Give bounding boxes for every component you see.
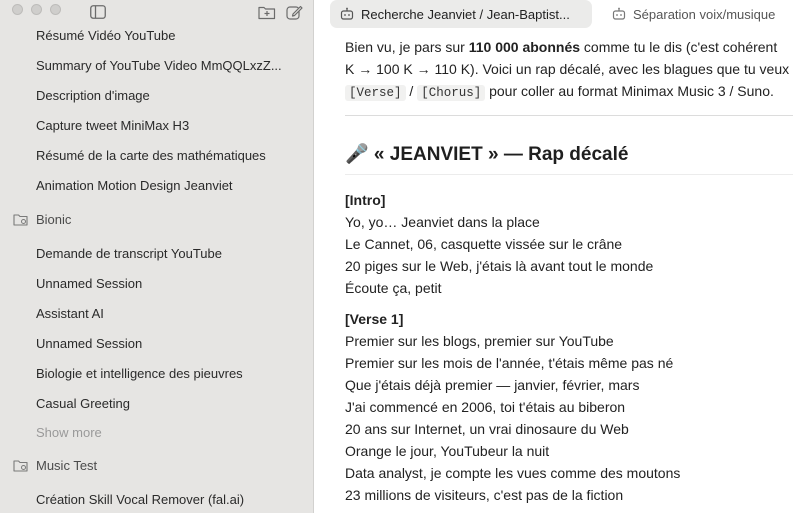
- lyric-line: Que j'étais déjà premier — janvier, févr…: [345, 377, 640, 393]
- folder-icon: [13, 460, 28, 472]
- close-window-button[interactable]: [12, 4, 23, 15]
- message-body: Bien vu, je pars sur 110 000 abonnés com…: [345, 36, 793, 104]
- tab-separation-voix[interactable]: Séparation voix/musique: [612, 0, 775, 28]
- session-item[interactable]: Unnamed Session: [36, 276, 301, 291]
- project-label: Bionic: [36, 212, 72, 227]
- project-bionic[interactable]: Bionic: [13, 212, 71, 227]
- lyrics-verse-1: [Verse 1] Premier sur les blogs, premier…: [345, 308, 793, 506]
- inline-code: [Chorus]: [417, 85, 486, 101]
- session-item[interactable]: Unnamed Session: [36, 336, 301, 351]
- session-item[interactable]: Casual Greeting: [36, 396, 301, 411]
- paragraph: [Verse] / [Chorus] pour coller au format…: [345, 80, 793, 104]
- text: /: [405, 83, 418, 99]
- project-label: Music Test: [36, 458, 98, 473]
- paragraph: Bien vu, je pars sur 110 000 abonnés com…: [345, 36, 793, 58]
- session-item[interactable]: Capture tweet MiniMax H3: [36, 118, 301, 133]
- sidebar: Résumé Vidéo YouTube Summary of YouTube …: [0, 0, 314, 513]
- session-item[interactable]: Création Skill Vocal Remover (fal.ai): [36, 492, 301, 507]
- section-tag: [Verse 1]: [345, 311, 404, 327]
- lyrics-intro: [Intro] Yo, yo… Jeanviet dans la place L…: [345, 189, 793, 299]
- lyric-line: J'ai commencé en 2006, toi t'étais au bi…: [345, 399, 626, 415]
- main-panel: Recherche Jeanviet / Jean-Baptist... Sép…: [314, 0, 793, 513]
- tab-recherche-jeanviet[interactable]: Recherche Jeanviet / Jean-Baptist...: [330, 0, 592, 28]
- lyric-line: 23 millions de visiteurs, c'est pas de l…: [345, 487, 624, 503]
- lyric-line: Premier sur les blogs, premier sur YouTu…: [345, 333, 614, 349]
- lyric-line: 20 ans sur Internet, un vrai dinosaure d…: [345, 421, 629, 437]
- session-item[interactable]: Description d'image: [36, 88, 301, 103]
- lyric-line: Orange le jour, YouTubeur la nuit: [345, 443, 550, 459]
- divider: [345, 115, 793, 116]
- show-more-link[interactable]: Show more: [36, 425, 102, 440]
- session-item[interactable]: Animation Motion Design Jeanviet: [36, 178, 301, 193]
- zoom-window-button[interactable]: [50, 4, 61, 15]
- lyric-line: Premier sur les mois de l'année, t'étais…: [345, 355, 674, 371]
- session-item[interactable]: Biologie et intelligence des pieuvres: [36, 366, 301, 381]
- lyric-line: Écoute ça, petit: [345, 280, 442, 296]
- text: pour coller au format Minimax Music 3 / …: [485, 83, 774, 99]
- section-tag: [Intro]: [345, 192, 386, 208]
- session-item[interactable]: Résumé Vidéo YouTube: [36, 28, 301, 43]
- lyric-line: Data analyst, je compte les vues comme d…: [345, 465, 681, 481]
- lyric-line: Yo, yo… Jeanviet dans la place: [345, 214, 540, 230]
- session-item[interactable]: Summary of YouTube Video MmQQLxzZ...: [36, 58, 301, 73]
- session-item[interactable]: Demande de transcript YouTube: [36, 246, 301, 261]
- lyric-line: Le Cannet, 06, casquette vissée sur le c…: [345, 236, 623, 252]
- tab-bar: Recherche Jeanviet / Jean-Baptist... Sép…: [314, 0, 793, 30]
- window-controls: [12, 4, 61, 15]
- text: Bien vu, je pars sur: [345, 39, 469, 55]
- inline-code: [Verse]: [345, 85, 406, 101]
- session-item[interactable]: Résumé de la carte des mathématiques: [36, 148, 301, 163]
- folder-icon: [13, 214, 28, 226]
- lyric-line: 20 piges sur le Web, j'étais là avant to…: [345, 258, 654, 274]
- tab-label: Recherche Jeanviet / Jean-Baptist...: [361, 6, 570, 22]
- session-item[interactable]: Assistant AI: [36, 306, 301, 321]
- tab-label: Séparation voix/musique: [633, 6, 776, 22]
- minimize-window-button[interactable]: [31, 4, 42, 15]
- section-heading: 🎤 « JEANVIET » — Rap décalé: [345, 144, 629, 165]
- new-chat-icon[interactable]: [286, 4, 303, 21]
- heading-underline: [345, 174, 793, 175]
- bot-icon: [340, 7, 354, 20]
- paragraph: K → 100 K → 110 K). Voici un rap décalé,…: [345, 61, 790, 77]
- bot-icon: [612, 7, 626, 20]
- project-music-test[interactable]: Music Test: [13, 458, 97, 473]
- new-folder-icon[interactable]: [258, 4, 276, 20]
- bold-text: 110 000 abonnés: [468, 39, 581, 55]
- sidebar-toggle-icon[interactable]: [90, 5, 106, 19]
- text: comme tu le dis (c'est cohérent: [580, 39, 778, 55]
